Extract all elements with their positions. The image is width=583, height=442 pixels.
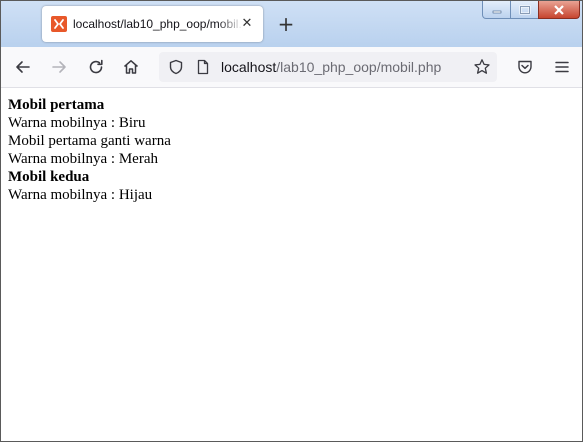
maximize-button[interactable] <box>510 1 539 19</box>
url-host: localhost <box>221 59 277 75</box>
window-controls <box>482 1 580 19</box>
output-line-4: Warna mobilnya : Merah <box>8 151 158 167</box>
hamburger-menu-icon <box>555 61 569 73</box>
page-content: Mobil pertama Warna mobilnya : Biru Mobi… <box>8 96 577 204</box>
tab-close-icon[interactable]: ✕ <box>239 16 255 32</box>
pocket-button[interactable] <box>513 55 537 79</box>
shield-icon[interactable] <box>168 59 184 75</box>
close-window-button[interactable] <box>538 1 580 19</box>
output-line-2: Warna mobilnya : Biru <box>8 115 146 131</box>
page-icon[interactable] <box>195 59 211 75</box>
active-tab[interactable]: localhost/lab10_php_oop/mobil.php ✕ <box>42 6 263 42</box>
maximize-icon <box>519 5 530 14</box>
xampp-icon <box>51 16 67 32</box>
menu-button[interactable] <box>550 55 574 79</box>
new-tab-button[interactable]: + <box>276 14 296 34</box>
navigation-toolbar: localhost/lab10_php_oop/mobil.php <box>1 47 582 88</box>
address-bar[interactable]: localhost/lab10_php_oop/mobil.php <box>159 52 497 82</box>
close-icon <box>554 4 564 15</box>
home-icon <box>124 60 138 74</box>
reload-icon <box>89 59 103 74</box>
tab-strip: localhost/lab10_php_oop/mobil.php ✕ + <box>1 1 582 47</box>
output-line-6: Warna mobilnya : Hijau <box>8 187 153 203</box>
output-line-1: Mobil pertama <box>8 97 105 113</box>
back-button[interactable] <box>11 55 35 79</box>
bookmark-star-button[interactable] <box>470 55 494 79</box>
arrow-left-icon <box>16 61 30 73</box>
minimize-button[interactable] <box>482 1 511 19</box>
arrow-right-icon <box>52 61 66 73</box>
url-path: /lab10_php_oop/mobil.php <box>276 59 442 75</box>
reload-button[interactable] <box>84 55 108 79</box>
pocket-icon <box>518 60 532 74</box>
output-line-3: Mobil pertama ganti warna <box>8 133 171 149</box>
browser-window: localhost/lab10_php_oop/mobil.php ✕ + lo… <box>0 0 583 442</box>
star-icon <box>474 59 490 74</box>
tab-title: localhost/lab10_php_oop/mobil.php <box>73 17 243 31</box>
output-line-5: Mobil kedua <box>8 169 90 185</box>
url-text[interactable]: localhost/lab10_php_oop/mobil.php <box>221 59 441 75</box>
minimize-icon <box>492 10 501 13</box>
home-button[interactable] <box>119 55 143 79</box>
forward-button[interactable] <box>47 55 71 79</box>
